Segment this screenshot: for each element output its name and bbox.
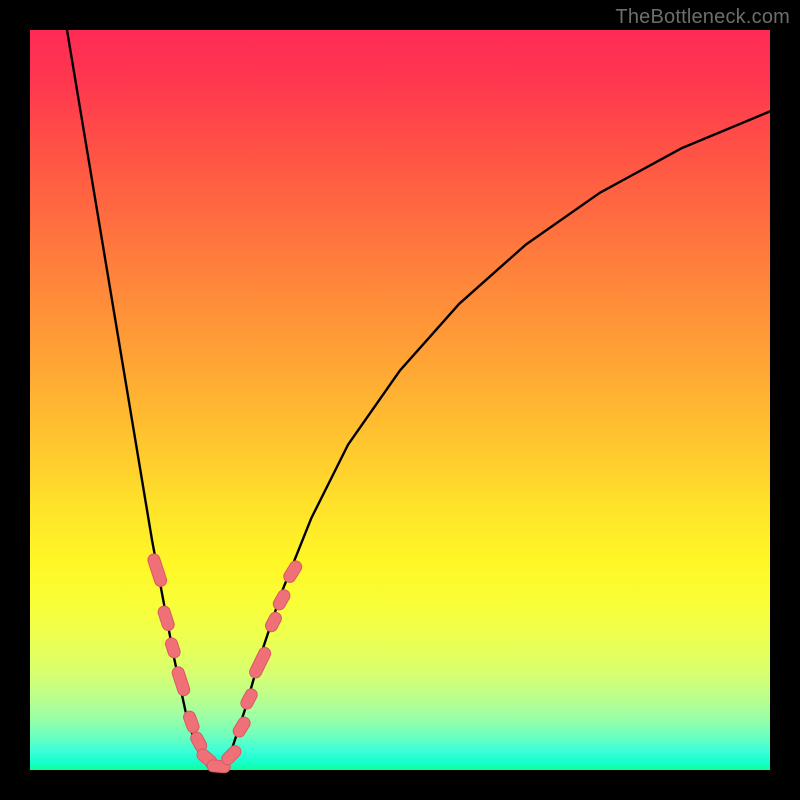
marker-group: [146, 552, 304, 773]
curve-group: [67, 30, 770, 770]
marker-pill: [171, 665, 192, 697]
marker-pill: [231, 715, 252, 739]
marker-pill: [182, 709, 201, 734]
marker-pill: [146, 552, 168, 588]
watermark-text: TheBottleneck.com: [615, 6, 790, 29]
marker-pill: [157, 605, 176, 633]
bottleneck-curve-right: [219, 111, 770, 770]
chart-frame: TheBottleneck.com: [0, 0, 800, 800]
marker-pill: [271, 588, 292, 612]
marker-pill: [239, 687, 260, 711]
marker-pill: [248, 645, 273, 680]
marker-pill: [263, 610, 283, 634]
marker-pill: [281, 559, 303, 585]
bottleneck-curve-left: [67, 30, 219, 770]
chart-svg: [30, 30, 770, 770]
marker-pill: [164, 636, 182, 659]
